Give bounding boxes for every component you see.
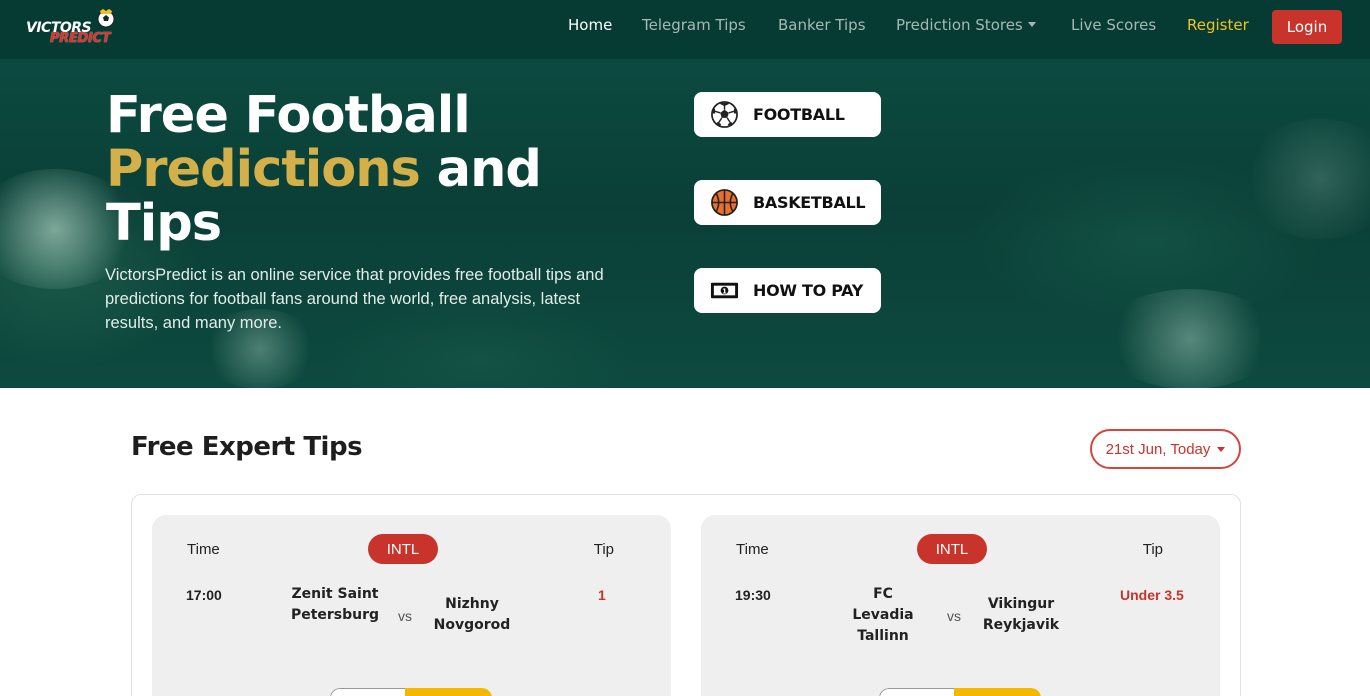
how-to-pay-button-label: HOW TO PAY <box>753 281 863 300</box>
home-team: Zenit Saint Petersburg <box>290 586 380 623</box>
nav-home[interactable]: Home <box>568 16 612 34</box>
nav-banker-tips[interactable]: Banker Tips <box>778 16 866 34</box>
victorspredict-logo[interactable]: VICTORS PREDICT <box>26 6 118 46</box>
header-time: Time <box>736 541 769 558</box>
tip-card[interactable]: Time INTL Tip 17:00 Zenit Saint Petersbu… <box>152 515 671 696</box>
caret-down-icon <box>1217 446 1226 452</box>
svg-text:1: 1 <box>722 287 727 295</box>
date-selector-dropdown[interactable]: 21st Jun, Today <box>1090 429 1241 469</box>
nav-register[interactable]: Register <box>1187 16 1249 34</box>
vote-bar[interactable] <box>879 688 1041 696</box>
money-icon: 1 <box>710 282 739 299</box>
league-badge[interactable]: INTL <box>917 534 987 564</box>
login-button[interactable]: Login <box>1272 10 1342 44</box>
top-navbar: VICTORS PREDICT Home Telegram Tips Banke… <box>0 0 1370 59</box>
match-time: 19:30 <box>735 587 771 603</box>
league-badge[interactable]: INTL <box>368 534 438 564</box>
logo-text-bottom: PREDICT <box>50 31 111 46</box>
football-button[interactable]: FOOTBALL <box>694 92 881 137</box>
nav-telegram-tips[interactable]: Telegram Tips <box>642 16 746 34</box>
nav-live-scores[interactable]: Live Scores <box>1071 16 1156 34</box>
basketball-button-label: BASKETBALL <box>753 193 866 212</box>
header-tip: Tip <box>1142 541 1163 558</box>
header-tip: Tip <box>593 541 614 558</box>
header-time: Time <box>187 541 220 558</box>
hero-title-line1: Free Football <box>106 86 471 145</box>
vs-label: vs <box>947 608 961 624</box>
tip-value: 1 <box>598 587 606 603</box>
vs-label: vs <box>398 608 412 624</box>
soccer-ball-icon <box>97 9 115 28</box>
tip-card[interactable]: Time INTL Tip 19:30 FC Levadia Tallinn v… <box>701 515 1220 696</box>
caret-down-icon <box>1027 22 1036 27</box>
home-team: FC Levadia Tallinn <box>852 586 914 644</box>
away-team: Nizhny Novgorod <box>433 596 511 633</box>
hero-description: VictorsPredict is an online service that… <box>105 266 604 332</box>
match-time: 17:00 <box>186 587 222 603</box>
soccer-ball-icon <box>711 101 738 128</box>
hero-title: Free Football Predictions and Tips <box>106 89 666 251</box>
date-selector-label: 21st Jun, Today <box>1105 440 1211 458</box>
basketball-icon <box>711 189 738 216</box>
stadium-light-decor <box>1240 119 1370 239</box>
tip-value: Under 3.5 <box>1120 587 1184 603</box>
vote-bar[interactable] <box>330 688 492 696</box>
hero-banner: Free Football Predictions and Tips Victo… <box>0 59 1370 388</box>
nav-prediction-stores-label: Prediction Stores <box>896 16 1023 34</box>
nav-prediction-stores[interactable]: Prediction Stores <box>896 16 1036 34</box>
stadium-light-decor <box>1100 289 1280 388</box>
how-to-pay-button[interactable]: 1 HOW TO PAY <box>694 268 881 313</box>
football-button-label: FOOTBALL <box>753 105 845 124</box>
basketball-button[interactable]: BASKETBALL <box>694 180 881 225</box>
hero-title-line3: Tips <box>106 194 222 253</box>
hero-title-highlight: Predictions <box>106 140 421 199</box>
section-title: Free Expert Tips <box>131 432 363 462</box>
hero-title-line2-rest: and <box>419 140 542 199</box>
away-team: Vikingur Reykjavik <box>982 596 1060 633</box>
